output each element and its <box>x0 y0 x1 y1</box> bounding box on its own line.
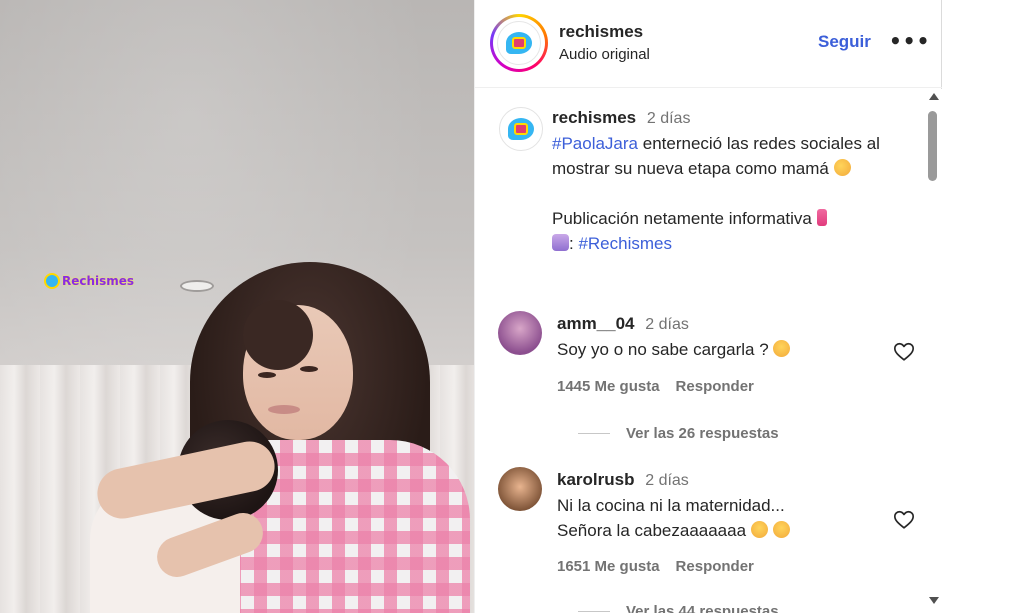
comment-likes[interactable]: 1651 Me gusta <box>557 558 660 575</box>
rechismes-logo-icon <box>497 21 541 65</box>
flushed-emoji-icon <box>750 521 768 538</box>
comments-scroll-area[interactable]: rechismes 2 días #PaolaJara enterneció l… <box>475 89 925 613</box>
post-detail-panel: rechismes Audio original Seguir ••• rech… <box>474 0 942 613</box>
ceiling-light <box>180 280 214 292</box>
commenter-avatar[interactable] <box>498 467 542 511</box>
media-watermark: Rechismes <box>44 273 134 289</box>
hashtag-link[interactable]: #Rechismes <box>578 234 672 253</box>
scroll-up-arrow-icon[interactable] <box>929 93 939 100</box>
smiling-hearts-emoji-icon <box>833 159 851 176</box>
watermark-text: Rechismes <box>62 274 135 288</box>
reply-button[interactable]: Responder <box>676 378 754 395</box>
follow-button[interactable]: Seguir <box>818 32 871 52</box>
post-header: rechismes Audio original Seguir ••• <box>475 0 942 88</box>
commenter-avatar[interactable] <box>498 311 542 355</box>
comment-meta: 1651 Me gusta Responder <box>557 558 754 575</box>
comment-text: Soy yo o no sabe cargarla ? <box>557 340 774 359</box>
comment-body: karolrusb 2 días Ni la cocina ni la mate… <box>557 467 857 543</box>
comment-username[interactable]: amm__04 <box>557 314 635 333</box>
caption-time[interactable]: 2 días <box>647 110 691 127</box>
scrollbar-thumb[interactable] <box>928 111 937 181</box>
eye-right <box>300 366 318 372</box>
caption-body: rechismes 2 días #PaolaJara enterneció l… <box>552 105 912 256</box>
scroll-down-arrow-icon[interactable] <box>929 597 939 604</box>
view-replies-label[interactable]: Ver las 26 respuestas <box>626 425 779 442</box>
heart-outline-icon[interactable] <box>892 509 916 533</box>
flushed-emoji-icon <box>773 340 791 357</box>
hair-over-face <box>243 300 313 370</box>
replies-divider <box>578 611 610 612</box>
woman-emoji-icon <box>552 234 569 251</box>
vertical-scrollbar[interactable] <box>925 89 942 613</box>
replies-divider <box>578 433 610 434</box>
flushed-emoji-icon <box>772 521 790 538</box>
reply-button[interactable]: Responder <box>676 558 754 575</box>
author-username[interactable]: rechismes <box>559 22 643 42</box>
hashtag-link[interactable]: #PaolaJara <box>552 134 638 153</box>
watermark-logo-icon <box>44 273 60 289</box>
heart-outline-icon[interactable] <box>892 341 916 365</box>
author-avatar[interactable] <box>490 14 548 72</box>
lipstick-emoji-icon <box>816 209 827 226</box>
view-replies-button[interactable]: Ver las 44 respuestas <box>578 603 779 613</box>
view-replies-button[interactable]: Ver las 26 respuestas <box>578 425 779 442</box>
comment-text: Ni la cocina ni la maternidad... <box>557 496 785 515</box>
post-media[interactable]: Rechismes <box>0 0 474 613</box>
comment-meta: 1445 Me gusta Responder <box>557 378 754 395</box>
comment-time[interactable]: 2 días <box>645 316 689 333</box>
comment-username[interactable]: karolrusb <box>557 470 634 489</box>
caption-username[interactable]: rechismes <box>552 108 636 127</box>
view-replies-label[interactable]: Ver las 44 respuestas <box>626 603 779 613</box>
comment-time[interactable]: 2 días <box>645 472 689 489</box>
caption-text: Publicación netamente informativa <box>552 209 817 228</box>
lips <box>268 405 300 414</box>
caption-avatar[interactable] <box>499 107 543 151</box>
audio-label[interactable]: Audio original <box>559 46 650 63</box>
comment-text: Señora la cabezaaaaaaa <box>557 521 751 540</box>
eye-left <box>258 372 276 378</box>
rechismes-logo-icon <box>508 118 534 140</box>
more-options-icon[interactable]: ••• <box>889 28 929 54</box>
comment-body: amm__04 2 días Soy yo o no sabe cargarla… <box>557 311 857 362</box>
comment-likes[interactable]: 1445 Me gusta <box>557 378 660 395</box>
